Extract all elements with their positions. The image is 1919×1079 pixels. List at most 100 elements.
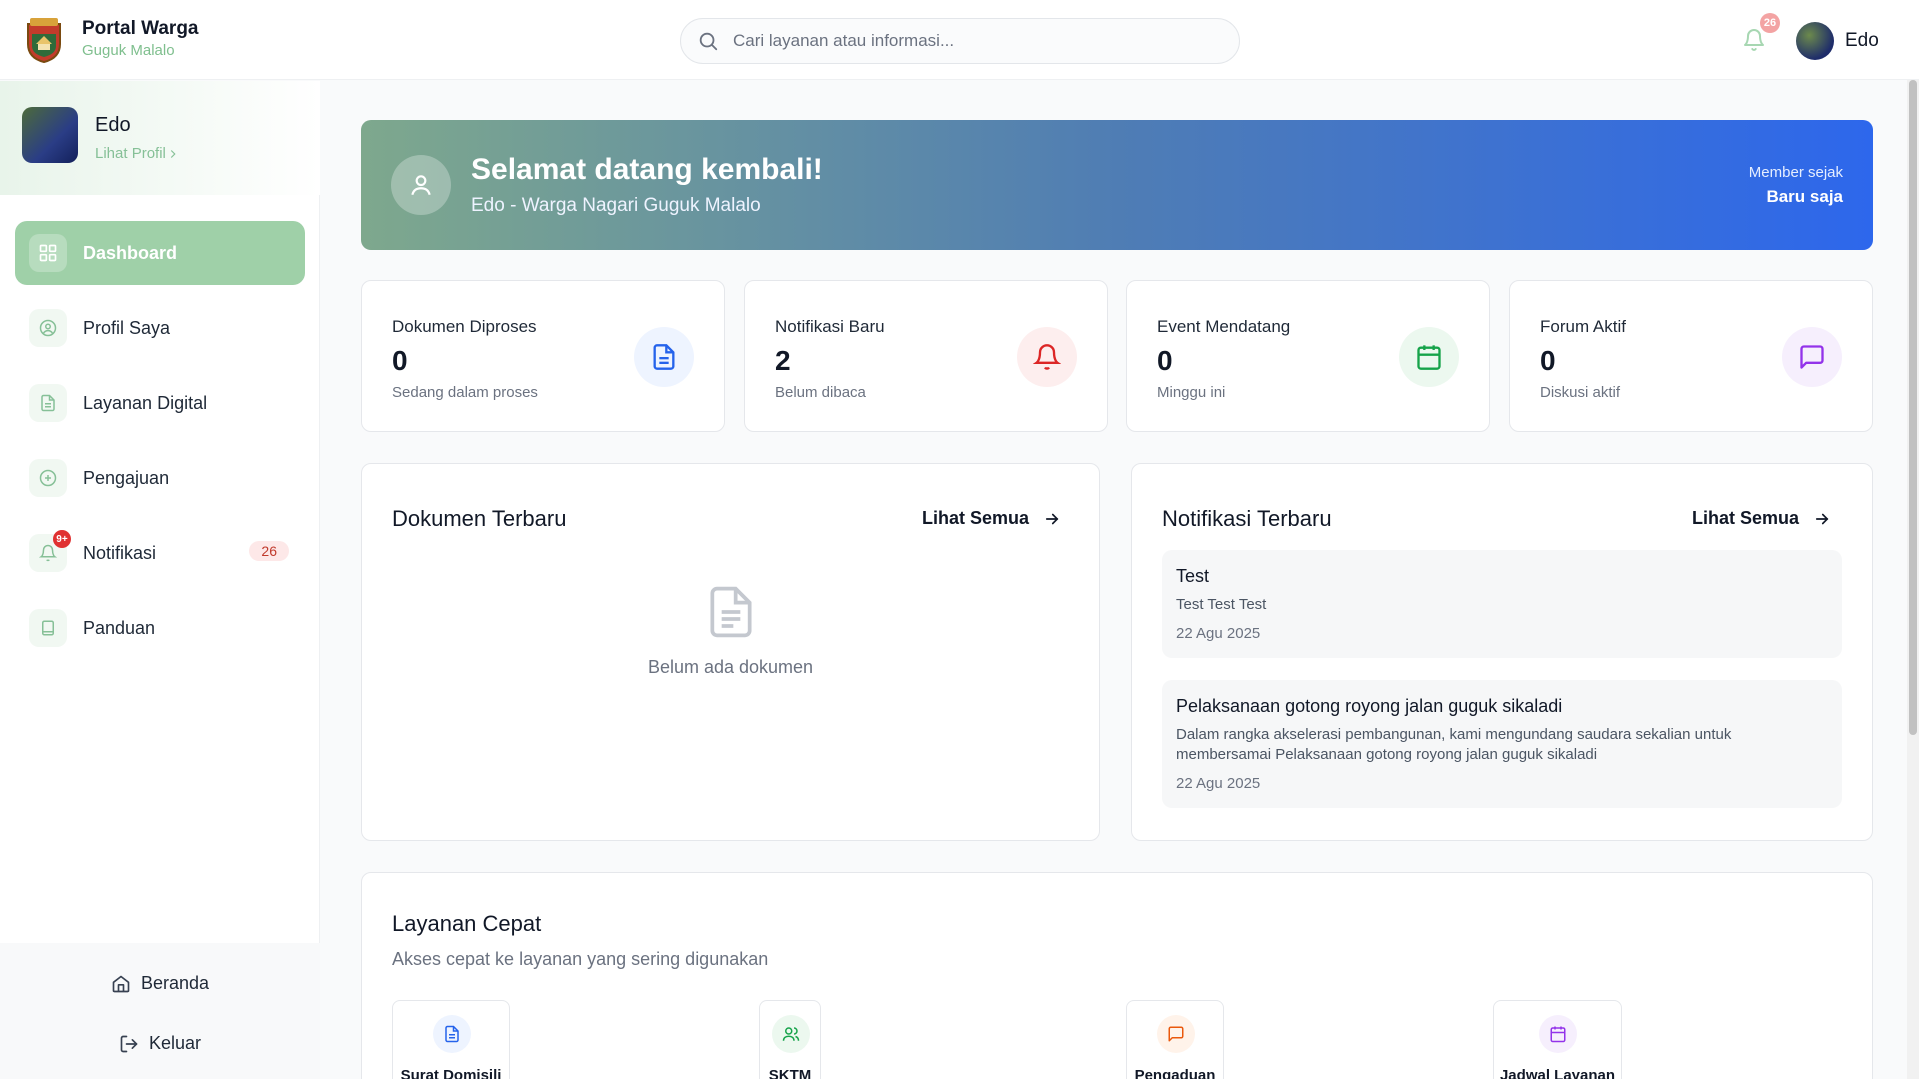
stat-card-notifikasi[interactable]: Notifikasi Baru 2 Belum dibaca [744,280,1108,432]
recent-documents-panel: Dokumen Terbaru Lihat Semua Belum ada do… [361,463,1100,841]
bell-icon [1033,344,1061,370]
chevron-right-icon [170,149,176,158]
grid-icon [39,244,57,262]
welcome-subtitle: Edo - Warga Nagari Guguk Malalo [471,195,761,216]
sidebar-item-label: Pengajuan [83,467,170,488]
notification-count-badge: 26 [249,541,289,561]
document-empty-icon [709,586,752,638]
notification-date: 22 Agu 2025 [1176,775,1261,792]
view-profile-link[interactable]: Lihat Profil [95,145,180,162]
sidebar-item-dashboard[interactable]: Dashboard [15,221,305,285]
notifications-view-all-link[interactable]: Lihat Semua [1692,508,1831,529]
panel-title: Notifikasi Terbaru [1162,506,1332,531]
user-name[interactable]: Edo [1845,30,1879,52]
search-bar[interactable] [680,18,1240,64]
panel-title: Dokumen Terbaru [392,506,567,531]
stat-label: Notifikasi Baru [775,317,885,336]
view-all-label: Lihat Semua [1692,508,1800,528]
page-scrollbar[interactable] [1907,80,1919,1079]
quick-service-surat-domisili[interactable]: Surat Domisili [392,1000,510,1079]
search-input[interactable] [733,31,1213,51]
user-avatar[interactable] [1796,22,1834,60]
notification-mini-badge: 9+ [53,530,71,548]
brand[interactable]: Portal Warga Guguk Malalo [22,14,199,64]
stat-subtext: Diskusi aktif [1540,384,1621,401]
quick-service-label: Pengaduan [1134,1067,1216,1079]
stat-card-forum[interactable]: Forum Aktif 0 Diskusi aktif [1509,280,1873,432]
arrow-right-icon [1815,513,1829,524]
empty-state-label: Belum ada dokumen [647,657,814,677]
sidebar-item-label: Profil Saya [83,317,171,338]
sidebar-item-label: Notifikasi [83,542,157,563]
stat-subtext: Belum dibaca [775,384,866,401]
welcome-title: Selamat datang kembali! [471,153,823,186]
welcome-banner: Selamat datang kembali! Edo - Warga Naga… [361,120,1873,250]
sidebar-item-profil-saya[interactable]: Profil Saya [15,296,305,360]
top-header: Portal Warga Guguk Malalo 26 Edo [0,0,1919,80]
stat-card-event[interactable]: Event Mendatang 0 Minggu ini [1126,280,1490,432]
sidebar-profile-name: Edo [95,114,131,136]
notification-body: Dalam rangka akselerasi pembangunan, kam… [1176,726,1732,763]
book-icon [42,620,54,636]
sidebar-item-label: Layanan Digital [83,392,208,413]
view-all-label: Lihat Semua [922,508,1030,528]
member-since: Member sejak Baru saja [1749,164,1843,207]
document-icon [445,1025,459,1043]
quick-service-label: SKTM [768,1067,812,1079]
stat-value: 0 [392,345,408,376]
app-subtitle: Guguk Malalo [82,42,175,59]
chat-icon [1800,345,1824,369]
notification-item[interactable]: Test Test Test Test 22 Agu 2025 [1162,550,1842,658]
sidebar-nav: Dashboard Profil Saya Layanan Digital Pe… [15,221,305,671]
notification-date: 22 Agu 2025 [1176,625,1261,642]
bell-icon [39,544,57,562]
sidebar: Edo Lihat Profil Dashboard Profil Saya L… [0,81,320,1079]
sidebar-item-label: Dashboard [83,242,178,263]
home-link[interactable]: Beranda [0,973,320,994]
stat-value: 0 [1157,345,1173,376]
notification-body: Test Test Test [1176,596,1267,613]
logout-button[interactable]: Keluar [0,1033,320,1054]
stat-subtext: Minggu ini [1157,384,1226,401]
stat-card-dokumen[interactable]: Dokumen Diproses 0 Sedang dalam proses [361,280,725,432]
quick-services-panel: Layanan Cepat Akses cepat ke layanan yan… [361,872,1873,1079]
calendar-icon [1550,1026,1566,1043]
sidebar-item-panduan[interactable]: Panduan [15,596,305,660]
member-since-label: Member sejak [1748,164,1843,181]
notification-title: Test [1176,566,1210,586]
sidebar-item-notifikasi[interactable]: 9+ Notifikasi 26 [15,521,305,585]
app-title: Portal Warga [82,18,199,39]
avatar[interactable] [22,107,78,163]
member-since-value: Baru saja [1766,187,1843,206]
documents-view-all-link[interactable]: Lihat Semua [922,508,1061,529]
view-profile-label: Lihat Profil [95,145,166,162]
calendar-icon [1417,345,1441,370]
stat-subtext: Sedang dalam proses [392,384,538,401]
scrollbar-thumb[interactable] [1909,80,1917,735]
logout-label: Keluar [148,1033,202,1053]
sidebar-item-layanan-digital[interactable]: Layanan Digital [15,371,305,435]
quick-service-sktm[interactable]: SKTM [759,1000,821,1079]
arrow-right-icon [1045,513,1059,524]
empty-state: Belum ada dokumen [362,582,1099,678]
welcome-avatar [391,155,451,215]
home-label: Beranda [140,973,210,993]
stat-value: 0 [1540,345,1556,376]
document-icon [653,344,675,370]
quick-service-pengaduan[interactable]: Pengaduan [1126,1000,1224,1079]
stat-label: Forum Aktif [1540,317,1626,336]
user-icon [411,175,431,196]
recent-notifications-panel: Notifikasi Terbaru Lihat Semua Test Test… [1131,463,1873,841]
logout-icon [120,1035,138,1052]
user-circle-icon [39,319,57,337]
sidebar-item-pengajuan[interactable]: Pengajuan [15,446,305,510]
notification-count-badge: 26 [1760,13,1780,33]
quick-service-jadwal-layanan[interactable]: Jadwal Layanan [1493,1000,1622,1079]
notification-title: Pelaksanaan gotong royong jalan guguk si… [1176,696,1563,716]
notification-bell-icon[interactable] [1742,28,1766,52]
notification-item[interactable]: Pelaksanaan gotong royong jalan guguk si… [1162,680,1842,808]
quick-service-label: Jadwal Layanan [1499,1067,1616,1079]
panel-title: Layanan Cepat [392,911,542,936]
stat-label: Event Mendatang [1157,317,1291,336]
users-icon [782,1027,800,1041]
